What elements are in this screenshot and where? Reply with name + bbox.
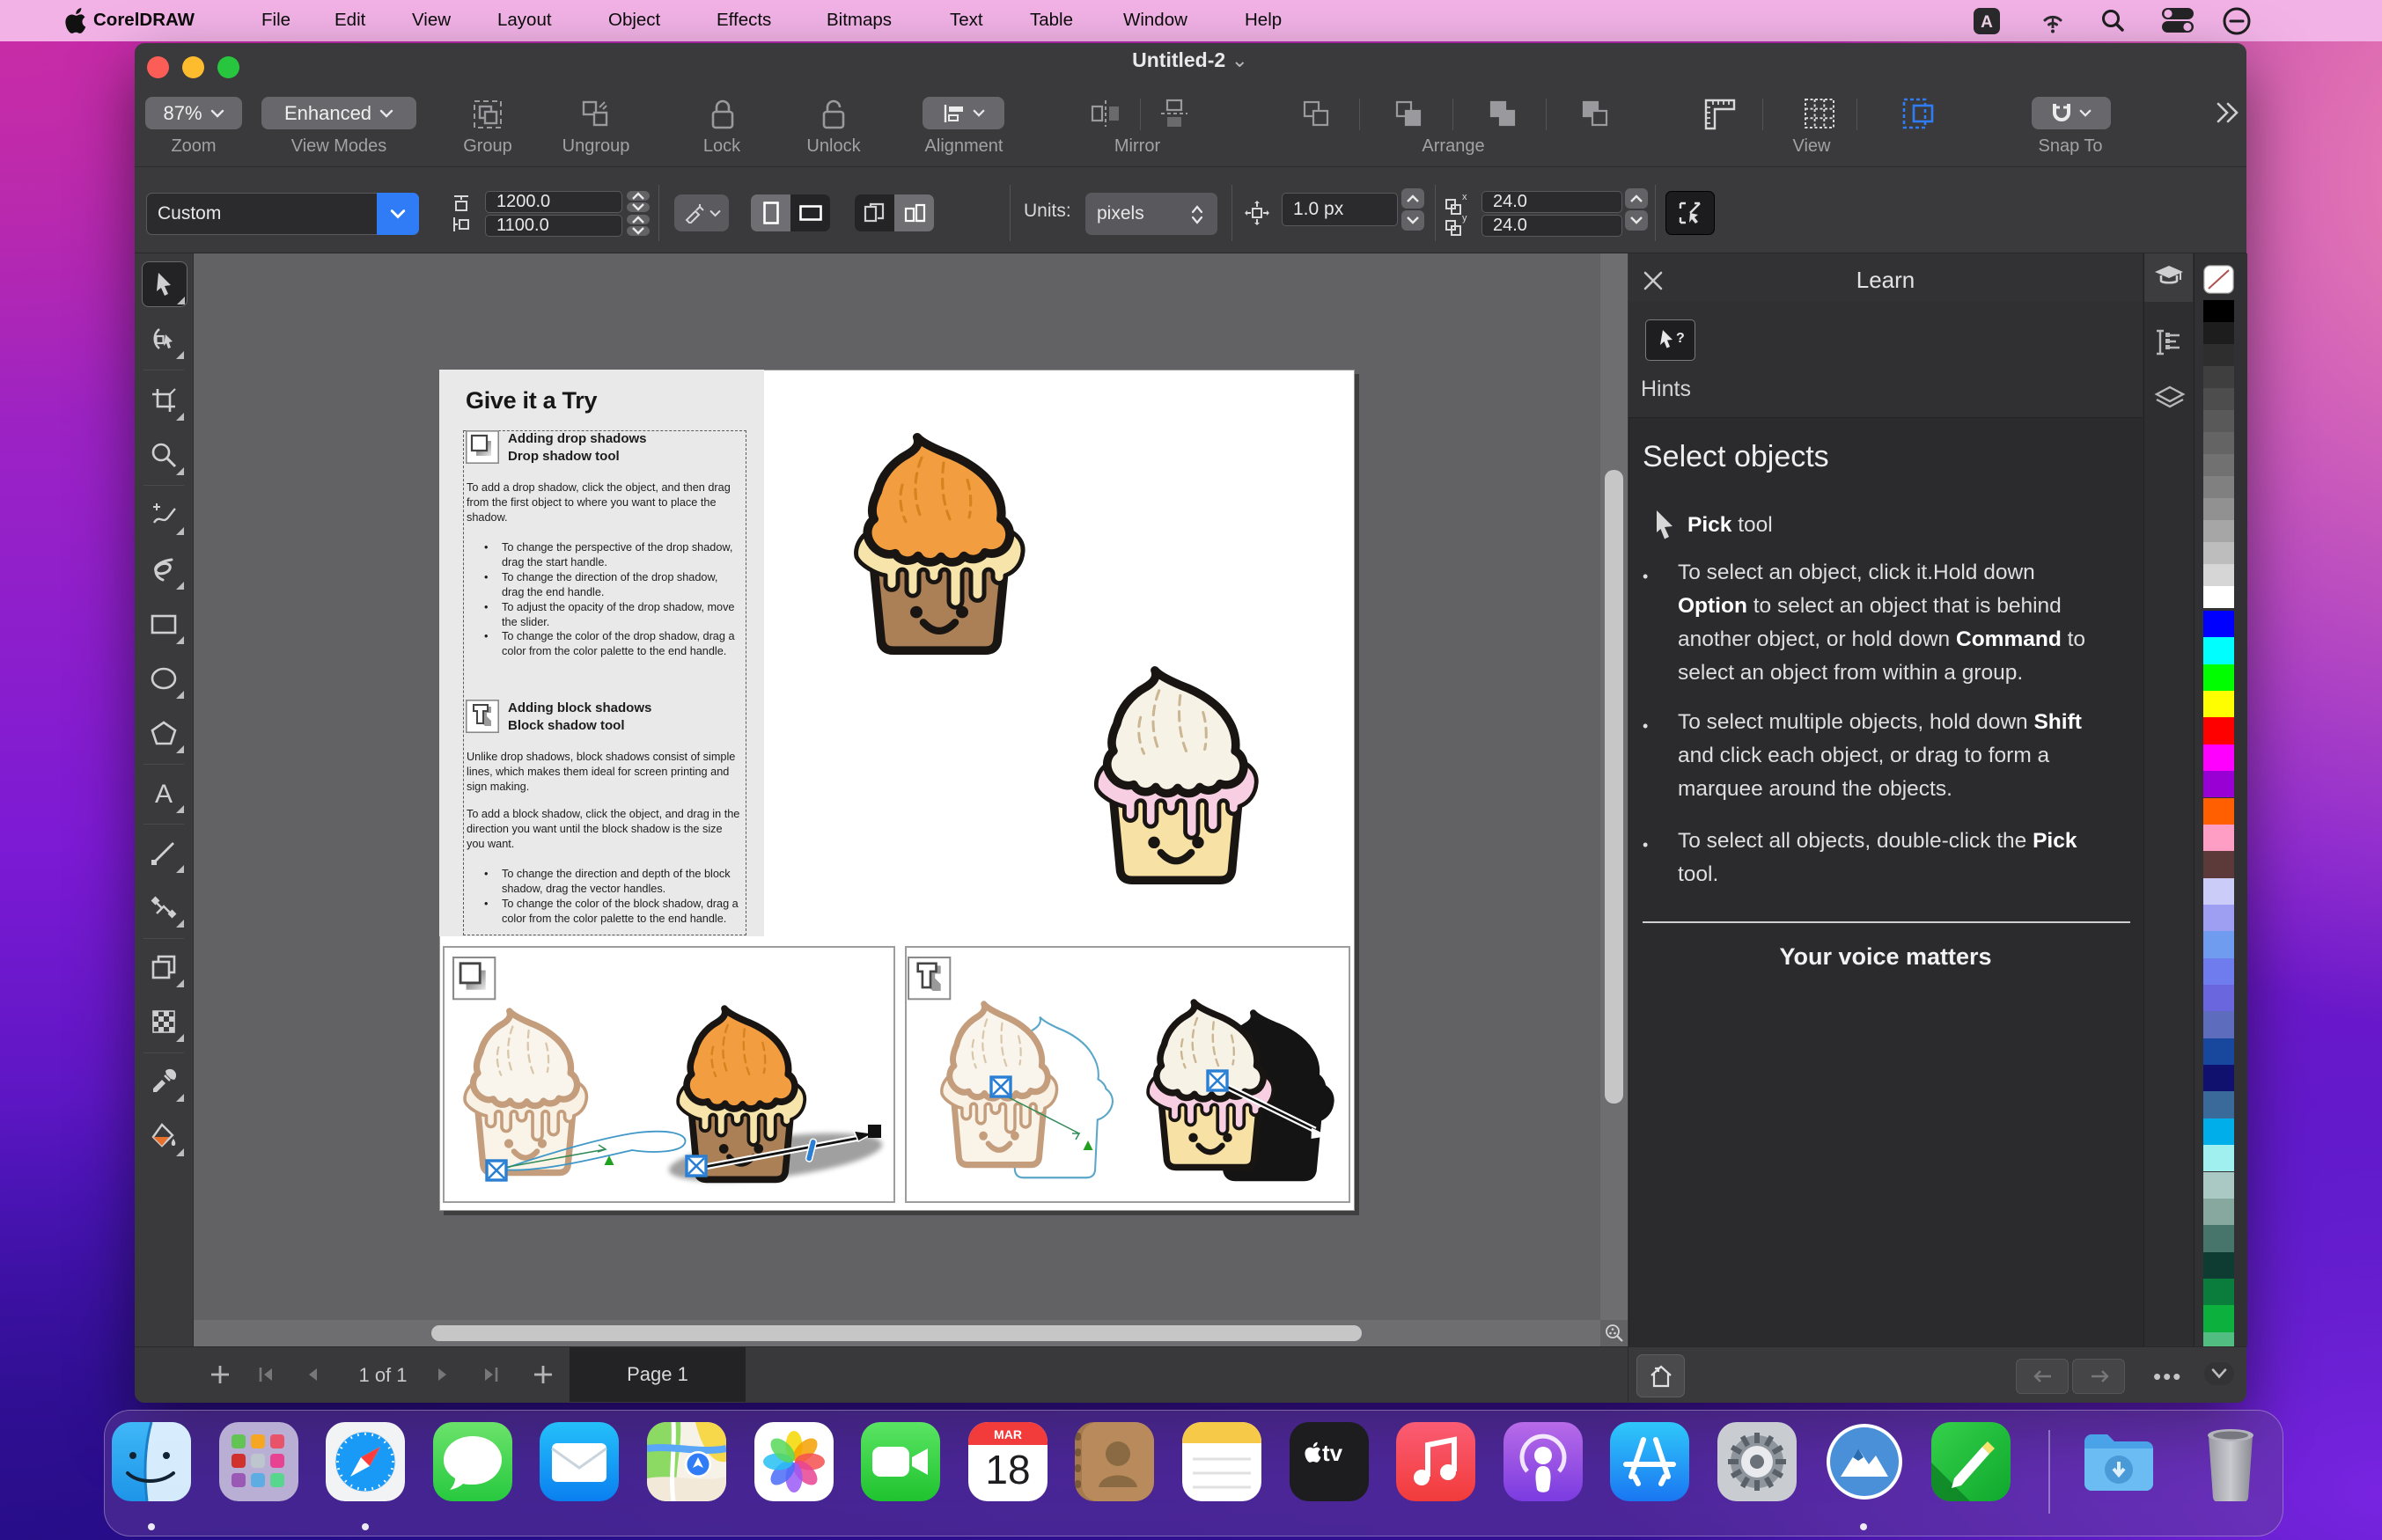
svg-text:A: A (1981, 13, 1993, 32)
svg-text:y: y (1462, 213, 1467, 224)
svg-text:MAR: MAR (994, 1427, 1022, 1441)
svg-text:x: x (1462, 192, 1467, 202)
svg-text:?: ? (1676, 331, 1684, 346)
svg-text:18: 18 (985, 1447, 1030, 1492)
svg-text:tv: tv (1322, 1440, 1343, 1466)
svg-text:A: A (155, 780, 173, 806)
